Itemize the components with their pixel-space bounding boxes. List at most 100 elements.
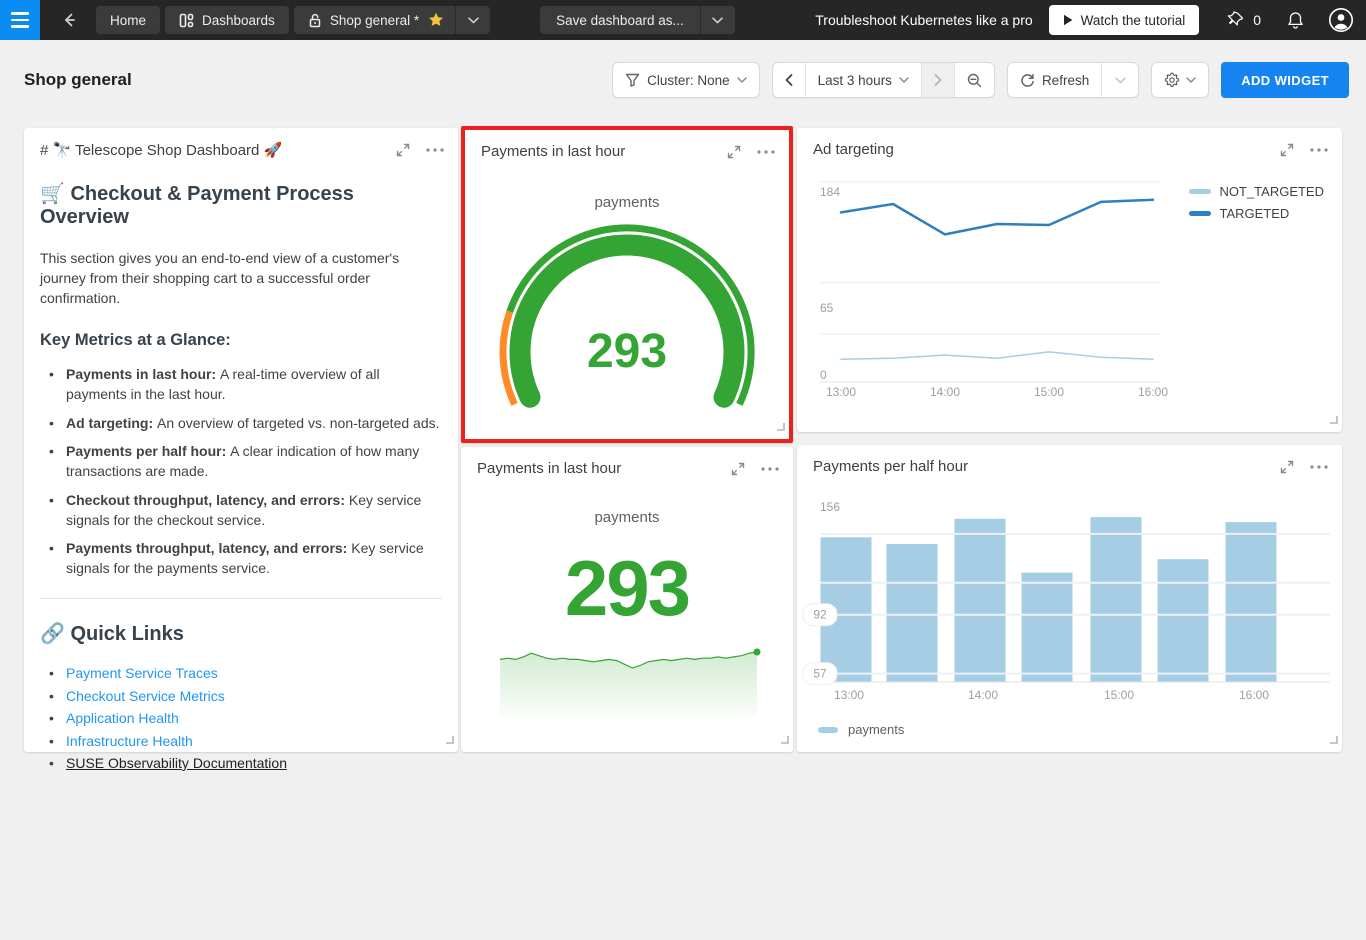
svg-text:16:00: 16:00: [1138, 385, 1168, 399]
quick-link[interactable]: Infrastructure Health: [66, 733, 193, 749]
nav-tab-shop-general[interactable]: Shop general *: [293, 6, 491, 34]
legend-swatch: [1188, 211, 1211, 216]
widget-title: Payments per half hour: [813, 458, 969, 475]
refresh-label: Refresh: [1041, 72, 1090, 88]
quick-links-heading: 🔗 Quick Links: [40, 623, 184, 645]
time-range-button[interactable]: Last 3 hours: [806, 63, 921, 97]
widget-title: # 🔭 Telescope Shop Dashboard 🚀: [40, 142, 283, 159]
expand-widget-button[interactable]: [727, 145, 741, 159]
legend-item-not_targeted[interactable]: NOT_TARGETED: [1188, 184, 1325, 199]
legend-label: NOT_TARGETED: [1219, 184, 1325, 199]
expand-icon: [731, 462, 745, 475]
expand-icon: [396, 143, 410, 157]
refresh-dropdown-button[interactable]: [1102, 63, 1138, 97]
hamburger-menu-button[interactable]: [0, 0, 40, 40]
notifications-button[interactable]: [1287, 11, 1304, 30]
user-avatar-button[interactable]: [1328, 7, 1354, 33]
quick-link[interactable]: SUSE Observability Documentation: [66, 755, 287, 771]
quick-link-item: SUSE Observability Documentation: [40, 752, 442, 775]
ellipsis-icon: [1310, 147, 1328, 152]
save-dashboard-button[interactable]: Save dashboard as...: [540, 6, 735, 34]
resize-handle[interactable]: [780, 731, 789, 749]
metric-list-item: Payments in last hour: A real-time overv…: [40, 364, 442, 404]
page-title: Shop general: [24, 70, 132, 89]
expand-icon: [1280, 460, 1294, 473]
svg-text:16:00: 16:00: [1239, 688, 1269, 702]
lock-open-icon: [309, 13, 321, 27]
widget-menu-button[interactable]: [757, 149, 775, 154]
metrics-heading: Key Metrics at a Glance:: [40, 331, 231, 349]
svg-text:13:00: 13:00: [834, 688, 864, 702]
widget-title: Ad targeting: [813, 141, 894, 158]
expand-widget-button[interactable]: [396, 143, 410, 157]
chevron-down-icon: [899, 77, 909, 83]
watch-tutorial-label: Watch the tutorial: [1080, 12, 1186, 28]
promo-text: Troubleshoot Kubernetes like a pro: [815, 12, 1033, 28]
quick-link[interactable]: Payment Service Traces: [66, 665, 218, 681]
metric-list-item: Payments per half hour: A clear indicati…: [40, 441, 442, 481]
expand-widget-button[interactable]: [731, 462, 745, 476]
nav-tab-home[interactable]: Home: [96, 6, 161, 34]
save-dashboard-dropdown[interactable]: [701, 6, 735, 34]
big-number-value: 293: [564, 544, 691, 632]
widget-title: Payments in last hour: [481, 143, 626, 160]
cluster-filter-label: Cluster: None: [647, 72, 730, 88]
resize-handle[interactable]: [1329, 731, 1338, 749]
svg-text:14:00: 14:00: [930, 385, 960, 399]
svg-text:57: 57: [813, 667, 827, 681]
quick-link-item: Application Health: [40, 707, 442, 730]
markdown-intro: This section gives you an end-to-end vie…: [40, 250, 400, 306]
dashboards-label: Dashboards: [202, 12, 275, 28]
nav-tab-dashboards[interactable]: Dashboards: [165, 6, 289, 34]
time-back-button[interactable]: [773, 63, 805, 97]
pin-icon: [1227, 11, 1244, 26]
ellipsis-icon: [761, 466, 779, 471]
markdown-widget: # 🔭 Telescope Shop Dashboard 🚀 🛒 Checkou…: [24, 128, 458, 774]
zoom-out-button[interactable]: [955, 63, 994, 97]
svg-text:293: 293: [587, 325, 667, 378]
expand-widget-button[interactable]: [1280, 143, 1294, 157]
resize-handle[interactable]: [776, 418, 785, 436]
chevron-right-icon: [934, 74, 942, 86]
watch-tutorial-button[interactable]: Watch the tutorial: [1048, 5, 1200, 35]
legend-label: payments: [848, 722, 905, 737]
legend-item-targeted[interactable]: TARGETED: [1188, 206, 1325, 221]
time-forward-button[interactable]: [921, 63, 954, 97]
widget-menu-button[interactable]: [426, 148, 444, 152]
metric-label: payments: [594, 509, 660, 526]
quick-link[interactable]: Checkout Service Metrics: [66, 688, 225, 704]
expand-icon: [1280, 143, 1294, 156]
widget-menu-button[interactable]: [1310, 464, 1328, 469]
resize-handle[interactable]: [445, 731, 454, 749]
back-button[interactable]: [52, 6, 86, 34]
legend-swatch: [1188, 189, 1211, 194]
expand-icon: [727, 145, 741, 158]
shop-general-dropdown[interactable]: [456, 6, 490, 34]
widget-title: Payments in last hour: [477, 460, 622, 477]
svg-text:0: 0: [820, 368, 827, 382]
nav-tabs: Home Dashboards Shop general *: [96, 6, 491, 34]
dashboard-settings-button[interactable]: [1151, 62, 1210, 98]
star-icon[interactable]: [427, 11, 445, 29]
metrics-list: Payments in last hour: A real-time overv…: [40, 364, 442, 578]
metric-list-item: Checkout throughput, latency, and errors…: [40, 490, 442, 530]
pinned-items-button[interactable]: 0: [1227, 11, 1261, 29]
refresh-button[interactable]: Refresh: [1008, 63, 1101, 97]
page-header: Shop general Cluster: None Last 3 hours: [0, 40, 1366, 120]
home-label: Home: [110, 12, 147, 28]
cluster-filter-button[interactable]: Cluster: None: [612, 62, 760, 98]
widget-menu-button[interactable]: [1310, 147, 1328, 152]
svg-text:14:00: 14:00: [968, 688, 998, 702]
chevron-down-icon: [1114, 76, 1126, 83]
widget-menu-button[interactable]: [761, 466, 779, 471]
resize-handle[interactable]: [1329, 411, 1338, 429]
time-range-label: Last 3 hours: [817, 72, 892, 88]
quick-link[interactable]: Application Health: [66, 710, 179, 726]
chart-legend[interactable]: payments: [818, 722, 904, 737]
chevron-down-icon: [712, 16, 724, 23]
add-widget-button[interactable]: ADD WIDGET: [1221, 62, 1349, 98]
play-icon: [1063, 14, 1073, 26]
svg-text:156: 156: [820, 500, 840, 514]
expand-widget-button[interactable]: [1280, 460, 1294, 474]
quick-link-item: Infrastructure Health: [40, 730, 442, 753]
